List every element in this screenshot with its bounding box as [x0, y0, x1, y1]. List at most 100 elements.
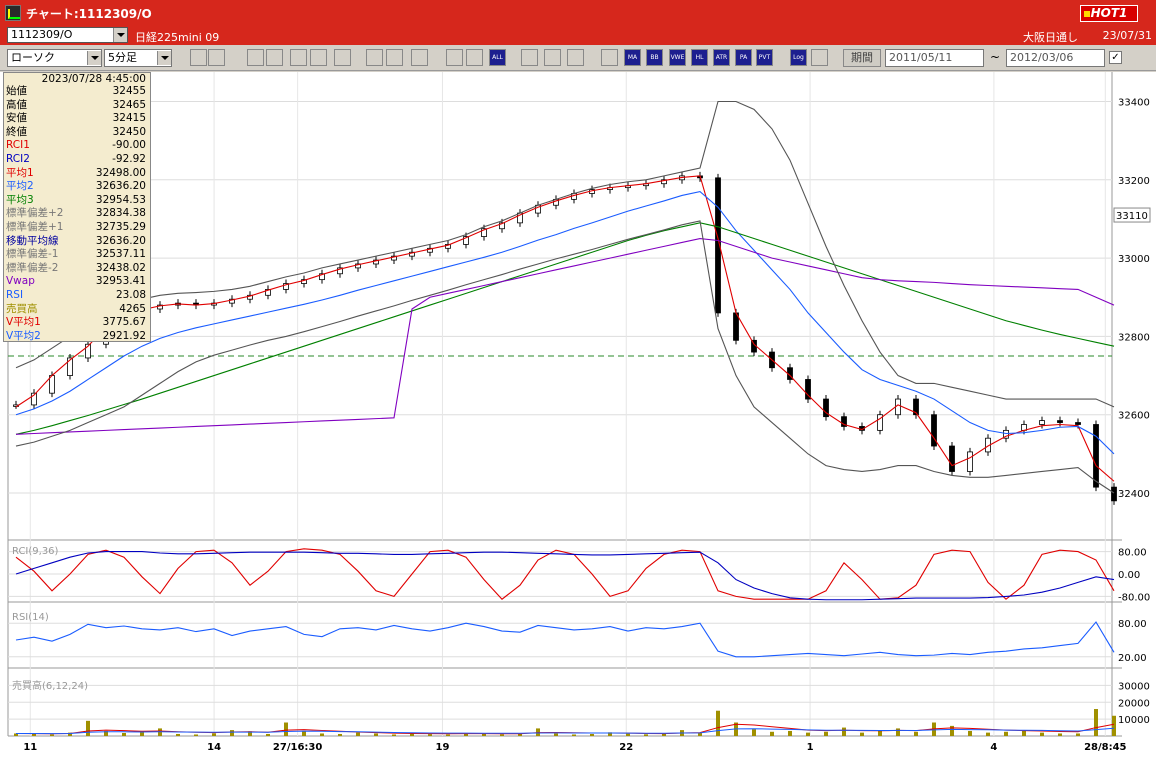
- data-row-label: RSI: [6, 288, 24, 301]
- apply-checkbox[interactable]: ✓: [1109, 51, 1122, 64]
- cursor-icon[interactable]: [386, 49, 403, 66]
- data-row-label: 平均2: [6, 180, 34, 193]
- log-label: Log: [793, 54, 804, 61]
- pvt-icon[interactable]: PVT: [756, 49, 773, 66]
- x-tick-label: 11: [23, 742, 37, 753]
- all-icon[interactable]: ALL: [489, 49, 506, 66]
- crosshair-icon[interactable]: [208, 49, 225, 66]
- volume-bar: [266, 733, 270, 736]
- volume-bar: [1112, 715, 1116, 736]
- hot1-button[interactable]: HOT1: [1080, 5, 1138, 22]
- data-row: 移動平均線 32636.20: [4, 235, 150, 249]
- pa-icon[interactable]: PA: [735, 49, 752, 66]
- bar-chart-icon[interactable]: [290, 49, 307, 66]
- arrows-icon[interactable]: [310, 49, 327, 66]
- data-row: Vwap 32953.41: [4, 275, 150, 289]
- candle-left-icon[interactable]: [446, 49, 463, 66]
- data-row-value: 32450: [112, 125, 146, 138]
- data-row: 標準偏差+1 32735.29: [4, 221, 150, 235]
- x-tick-label: 4: [990, 742, 997, 753]
- chart-svg[interactable]: 3340033200330003280032600324003311011 14 2…: [0, 72, 1156, 760]
- zoom-icon[interactable]: [190, 49, 207, 66]
- volume-bar: [392, 734, 396, 736]
- draw-down-icon[interactable]: [247, 49, 264, 66]
- volume-bar: [590, 733, 594, 736]
- chart-type-value: ローソク: [11, 51, 55, 64]
- data-row-value: 32498.00: [95, 166, 146, 179]
- disabled-icon[interactable]: [334, 49, 351, 66]
- volume-bar: [410, 733, 414, 736]
- data-row: V平均2 2921.92: [4, 330, 150, 344]
- volume-bar: [230, 730, 234, 736]
- gear-icon[interactable]: [521, 49, 538, 66]
- window-title: チャート:1112309/O: [26, 7, 152, 21]
- data-row-value: 2921.92: [102, 329, 146, 342]
- layout-icon[interactable]: [811, 49, 828, 66]
- title-bar: チャート:1112309/O HOT1: [0, 0, 1156, 26]
- data-row-value: 32834.38: [95, 207, 146, 220]
- period-value: 5分足: [108, 51, 137, 64]
- data-row-label: RCI1: [6, 139, 30, 152]
- log-icon[interactable]: Log: [790, 49, 807, 66]
- volume-bar: [338, 733, 342, 736]
- data-row-label: 標準偏差+1: [6, 220, 64, 233]
- chart-type-select[interactable]: ローソク: [7, 49, 102, 67]
- chart-window: チャート:1112309/O HOT1 1112309/O 日経225mini …: [0, 0, 1156, 760]
- chevron-down-icon[interactable]: [157, 51, 171, 65]
- hl-label: HL: [695, 54, 704, 61]
- price-y-tick-label: 32400: [1118, 489, 1150, 500]
- chevron-down-icon[interactable]: [113, 28, 127, 42]
- data-row-value: 32636.20: [95, 234, 146, 247]
- ma-icon[interactable]: MA: [624, 49, 641, 66]
- period-button[interactable]: 期間: [843, 49, 881, 67]
- pen-icon[interactable]: [366, 49, 383, 66]
- chevron-down-icon[interactable]: [87, 51, 101, 65]
- grid-icon[interactable]: [601, 49, 618, 66]
- vwae-icon[interactable]: VWE: [669, 49, 686, 66]
- exchange-label: 大阪日通し: [1023, 31, 1078, 44]
- volume-bar: [194, 734, 198, 736]
- data-row-value: 32415: [112, 112, 146, 125]
- app-chart-icon: [5, 5, 21, 21]
- data-row: RCI2 -92.92: [4, 153, 150, 167]
- data-row-label: 始値: [6, 85, 27, 97]
- data-row: 始値 32455: [4, 85, 150, 99]
- toolbar: ローソク 5分足 ALL MA BB VWE HL ATR PA PVT Log 期間 2011…: [0, 45, 1156, 71]
- volume-bar: [1076, 733, 1080, 736]
- atr-icon[interactable]: ATR: [713, 49, 730, 66]
- date-to-field[interactable]: 2012/03/06: [1006, 49, 1105, 67]
- volume-bar: [32, 733, 36, 736]
- data-row-label: 平均3: [6, 193, 34, 206]
- volume-bar: [1058, 733, 1062, 736]
- candle-body: [1039, 420, 1045, 425]
- hl-icon[interactable]: HL: [691, 49, 708, 66]
- x-tick-label: 1: [807, 742, 814, 753]
- symbol-select[interactable]: 1112309/O: [7, 27, 128, 43]
- price-y-tick-label: 33000: [1118, 254, 1150, 265]
- data-row-value: 32636.20: [95, 180, 146, 193]
- undo-icon[interactable]: [411, 49, 428, 66]
- volume-bar: [626, 733, 630, 736]
- chart-area[interactable]: 33400 33200 33000 32800 32600 32400 33110 11 14 2…: [0, 72, 1156, 760]
- bb-label: BB: [650, 54, 659, 61]
- bb-icon[interactable]: BB: [646, 49, 663, 66]
- data-row-value: 23.08: [115, 288, 146, 301]
- wrench-icon[interactable]: [544, 49, 561, 66]
- series-line: [15, 621, 1115, 658]
- data-row: 売買高 4265: [4, 303, 150, 317]
- magnify-icon[interactable]: [266, 49, 283, 66]
- color-icon[interactable]: [567, 49, 584, 66]
- date-from-field[interactable]: 2011/05/11: [885, 49, 984, 67]
- data-row-value: 32735.29: [95, 220, 146, 233]
- volume-bar: [806, 732, 810, 736]
- volume-bar: [284, 722, 288, 736]
- data-row-label: 標準偏差-1: [6, 248, 59, 261]
- candle-right-icon[interactable]: [466, 49, 483, 66]
- data-row-value: 32953.41: [95, 275, 146, 288]
- series-line: [15, 100, 1115, 408]
- volume-bar: [788, 730, 792, 736]
- data-row: 平均1 32498.00: [4, 167, 150, 181]
- data-row: 標準偏差+2 32834.38: [4, 207, 150, 221]
- data-row: 標準偏差-2 32438.02: [4, 262, 150, 276]
- period-select[interactable]: 5分足: [104, 49, 172, 67]
